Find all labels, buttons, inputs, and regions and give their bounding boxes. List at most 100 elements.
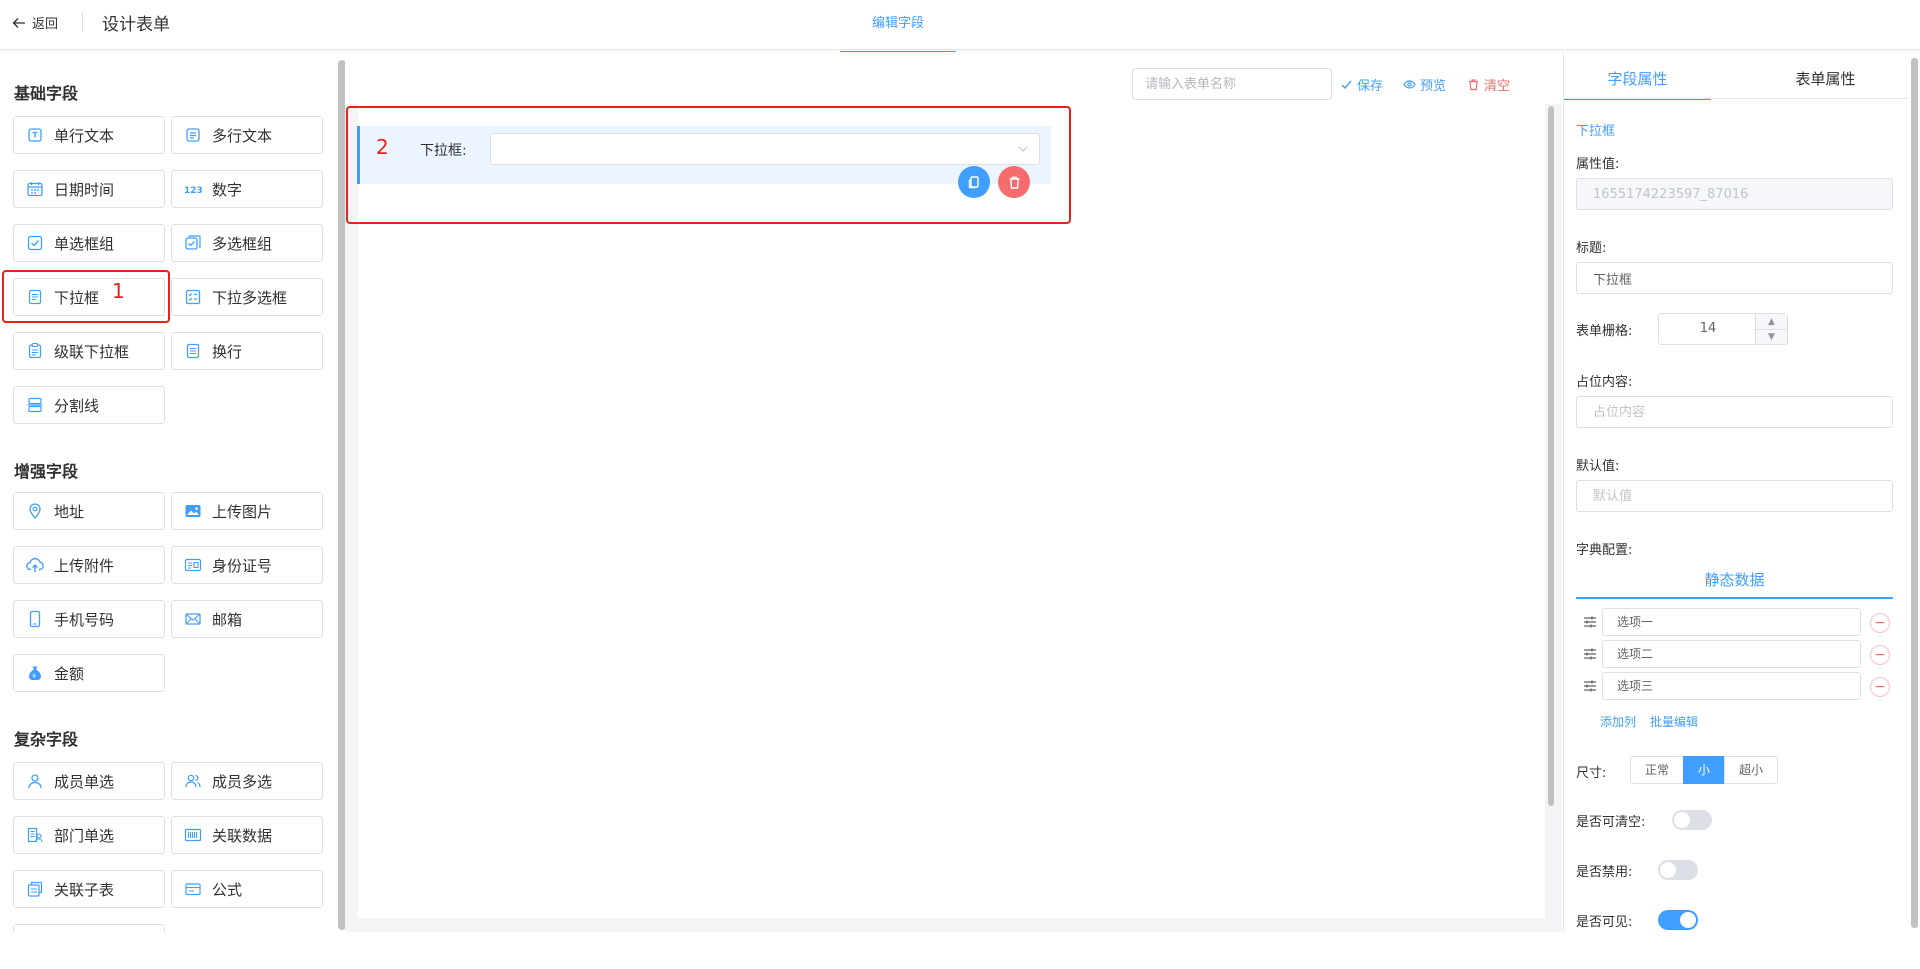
department-icon xyxy=(24,824,46,846)
title-field[interactable]: 下拉框 xyxy=(1576,262,1893,294)
preview-button[interactable]: 预览 xyxy=(1403,75,1446,94)
field-type-label: 下拉框 xyxy=(1576,124,1616,139)
field-label: 关联数据 xyxy=(212,826,273,845)
field-cascader[interactable]: 级联下拉框 xyxy=(13,332,165,370)
field-multi-line-text[interactable]: 多行文本 xyxy=(171,116,323,154)
attr-value-field: 1655174223597_87016 xyxy=(1576,178,1893,210)
panel-scrollbar[interactable] xyxy=(1911,58,1918,928)
field-number[interactable]: 123 数字 xyxy=(171,170,323,208)
add-column-link[interactable]: 添加列 xyxy=(1600,713,1636,730)
mail-icon xyxy=(182,608,204,630)
tab-static-data[interactable]: 静态数据 xyxy=(1576,565,1893,599)
field-label: 换行 xyxy=(212,342,243,361)
drag-handle-icon[interactable] xyxy=(1582,646,1598,662)
batch-edit-link[interactable]: 批量编辑 xyxy=(1650,713,1698,730)
back-label: 返回 xyxy=(32,17,59,32)
field-address[interactable]: 地址 xyxy=(13,492,165,530)
option-row: 选项三 − xyxy=(1576,672,1893,700)
text-line-icon xyxy=(24,124,46,146)
size-option-mini[interactable]: 超小 xyxy=(1724,756,1779,784)
tab-field-properties[interactable]: 字段属性 xyxy=(1564,62,1711,100)
canvas-scrollbar[interactable] xyxy=(1548,106,1554,806)
divider-icon xyxy=(24,394,46,416)
field-label: 邮箱 xyxy=(212,610,243,629)
field-label: 成员多选 xyxy=(212,772,273,791)
toggle-knob xyxy=(1680,912,1696,928)
group-title-enhanced: 增强字段 xyxy=(14,462,79,481)
user-icon xyxy=(24,770,46,792)
field-datetime[interactable]: 日期时间 xyxy=(13,170,165,208)
clear-label: 清空 xyxy=(1484,79,1511,94)
field-linked-subtable[interactable]: 关联子表 xyxy=(13,870,165,908)
field-formula[interactable]: 公式 xyxy=(171,870,323,908)
tab-form-properties[interactable]: 表单属性 xyxy=(1752,62,1899,100)
field-amount[interactable]: ¥ 金额 xyxy=(13,654,165,692)
default-value-field[interactable] xyxy=(1576,480,1893,512)
clear-button[interactable]: 清空 xyxy=(1467,75,1510,94)
field-line-break[interactable]: 换行 xyxy=(171,332,323,370)
field-label: 数字 xyxy=(212,180,243,199)
form-name-input[interactable] xyxy=(1132,68,1332,100)
size-option-normal[interactable]: 正常 xyxy=(1630,756,1685,784)
remove-option-button[interactable]: − xyxy=(1870,645,1890,665)
field-id-card[interactable]: 身份证号 xyxy=(171,546,323,584)
field-label: 成员单选 xyxy=(54,772,115,791)
size-radio-group: 正常 小 超小 xyxy=(1630,756,1779,784)
clearable-toggle[interactable] xyxy=(1672,810,1712,830)
field-upload-image[interactable]: 上传图片 xyxy=(171,492,323,530)
visible-toggle[interactable] xyxy=(1658,910,1698,930)
field-email[interactable]: 邮箱 xyxy=(171,600,323,638)
phone-icon xyxy=(24,608,46,630)
form-canvas[interactable] xyxy=(358,104,1545,918)
field-multi-select[interactable]: 下拉多选框 xyxy=(171,278,323,316)
field-member-single[interactable]: 成员单选 xyxy=(13,762,165,800)
field-label: 部门单选 xyxy=(54,826,115,845)
field-single-line-text[interactable]: 单行文本 xyxy=(13,116,165,154)
field-upload-attachment[interactable]: 上传附件 xyxy=(13,546,165,584)
eye-icon xyxy=(1403,80,1416,89)
grid-stepper[interactable]: 14 ▲ ▼ xyxy=(1658,313,1788,345)
field-phone[interactable]: 手机号码 xyxy=(13,600,165,638)
field-department-single[interactable]: 部门单选 xyxy=(13,816,165,854)
field-label: 分割线 xyxy=(54,396,100,415)
title-label: 标题: xyxy=(1576,241,1607,256)
upload-icon xyxy=(24,554,46,576)
option-input[interactable]: 选项二 xyxy=(1602,640,1861,668)
field-label: 手机号码 xyxy=(54,610,115,629)
trash-icon xyxy=(1469,79,1478,91)
disabled-toggle[interactable] xyxy=(1658,860,1698,880)
annotation-box-2 xyxy=(346,106,1071,224)
field-label: 身份证号 xyxy=(212,556,273,575)
placeholder-field[interactable] xyxy=(1576,396,1893,428)
field-radio-group[interactable]: 单选框组 xyxy=(13,224,165,262)
field-member-multi[interactable]: 成员多选 xyxy=(171,762,323,800)
option-input[interactable]: 选项三 xyxy=(1602,672,1861,700)
group-title-complex: 复杂字段 xyxy=(14,730,79,749)
remove-option-button[interactable]: − xyxy=(1870,613,1890,633)
size-label: 尺寸: xyxy=(1576,766,1607,781)
remove-option-button[interactable]: − xyxy=(1870,677,1890,697)
money-bag-icon: ¥ xyxy=(24,662,46,684)
subtable-icon xyxy=(24,878,46,900)
back-button[interactable]: 返回 xyxy=(12,13,58,32)
annotation-box-1 xyxy=(2,270,170,323)
disabled-label: 是否禁用: xyxy=(1576,865,1633,880)
option-input[interactable]: 选项一 xyxy=(1602,608,1861,636)
arrow-left-icon xyxy=(12,17,25,28)
drag-handle-icon[interactable] xyxy=(1582,678,1598,694)
field-label: 上传图片 xyxy=(212,502,273,521)
default-value-label: 默认值: xyxy=(1576,459,1620,474)
size-option-small[interactable]: 小 xyxy=(1683,756,1726,784)
tab-edit-fields[interactable]: 编辑字段 xyxy=(840,0,956,54)
stepper-up-button[interactable]: ▲ xyxy=(1755,314,1787,329)
save-label: 保存 xyxy=(1357,79,1384,94)
stepper-down-button[interactable]: ▼ xyxy=(1755,329,1787,344)
svg-text:¥: ¥ xyxy=(32,673,36,680)
field-checkbox-group[interactable]: 多选框组 xyxy=(171,224,323,262)
save-button[interactable]: 保存 xyxy=(1340,75,1383,94)
users-icon xyxy=(182,770,204,792)
field-divider[interactable]: 分割线 xyxy=(13,386,165,424)
field-linked-data[interactable]: 关联数据 xyxy=(171,816,323,854)
formula-icon xyxy=(182,878,204,900)
drag-handle-icon[interactable] xyxy=(1582,614,1598,630)
